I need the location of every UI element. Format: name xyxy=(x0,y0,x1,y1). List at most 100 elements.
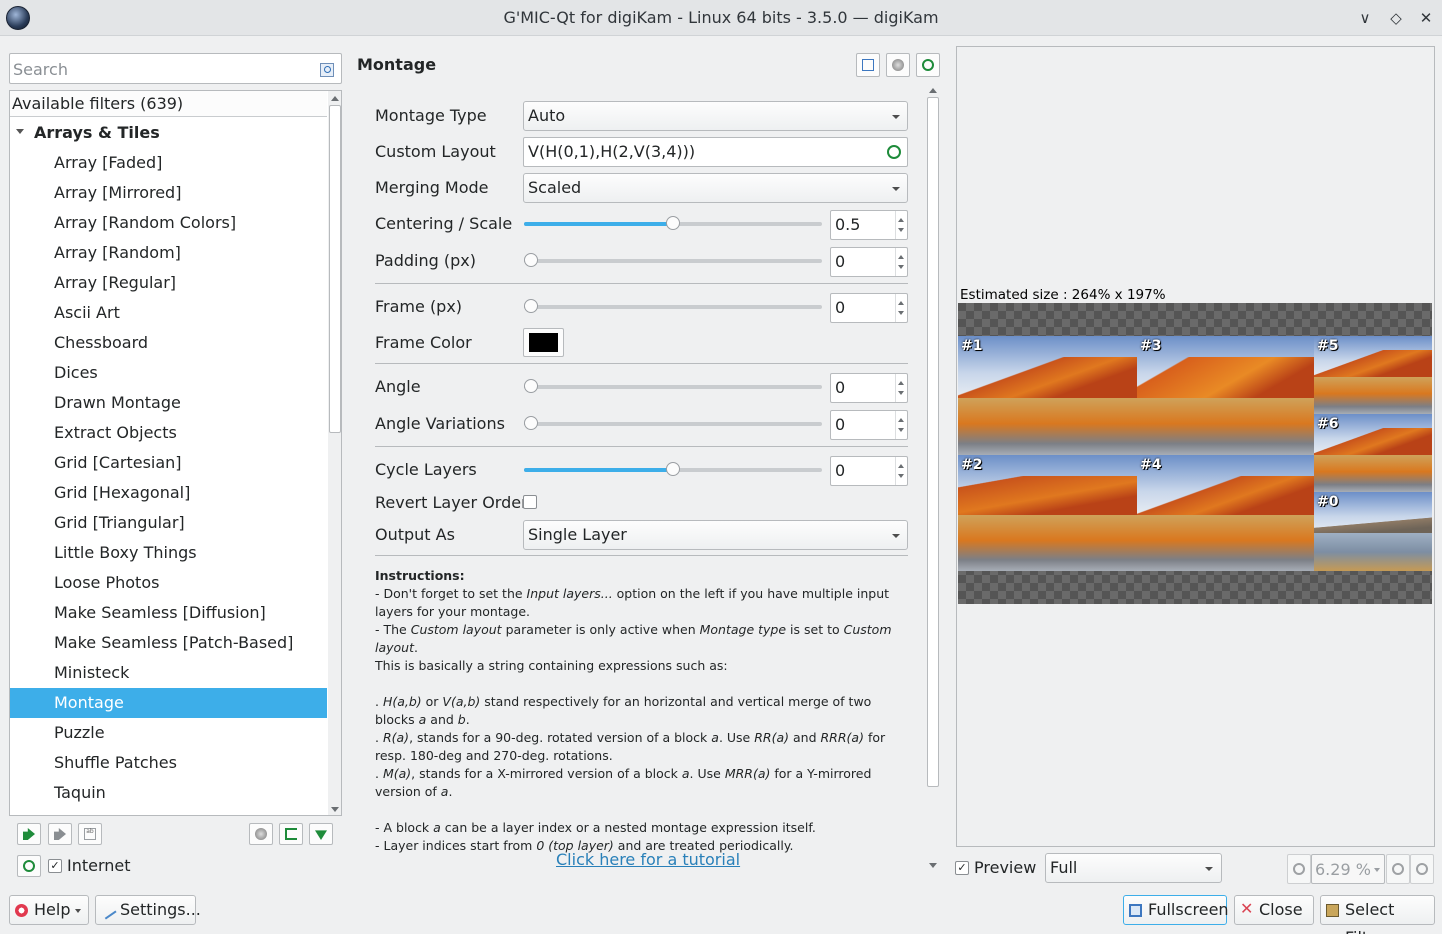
reset-parameters-button[interactable] xyxy=(916,53,940,77)
spin-up-icon[interactable] xyxy=(898,464,904,468)
fullscreen-button[interactable]: Fullscreen xyxy=(1123,895,1229,925)
expand-arrow-icon[interactable] xyxy=(16,129,24,134)
preview-checkbox[interactable]: ✓ xyxy=(955,861,969,875)
filter-item[interactable]: Montage xyxy=(10,688,327,718)
search-input[interactable]: Search xyxy=(9,53,342,84)
spin-down-icon[interactable] xyxy=(898,474,904,478)
filter-item[interactable]: Chessboard xyxy=(10,328,327,358)
scroll-down-icon[interactable] xyxy=(331,807,339,812)
frame-color-button[interactable] xyxy=(523,328,564,357)
filter-item[interactable]: Grid [Cartesian] xyxy=(10,448,327,478)
scroll-down-icon[interactable] xyxy=(929,863,937,868)
filter-item[interactable]: Loose Photos xyxy=(10,568,327,598)
angle-variations-spinbox[interactable]: 0 xyxy=(830,410,908,440)
zoom-combo[interactable]: 6.29 % xyxy=(1311,854,1385,884)
scrollbar-thumb[interactable] xyxy=(329,105,341,433)
scrollbar-thumb[interactable] xyxy=(927,97,939,787)
filter-item[interactable]: Make Seamless [Diffusion] xyxy=(10,598,327,628)
frame-slider[interactable] xyxy=(524,299,822,313)
tutorial-link[interactable]: Click here for a tutorial xyxy=(556,850,740,869)
collapse-all-button[interactable] xyxy=(309,823,333,845)
spin-down-icon[interactable] xyxy=(898,311,904,315)
merging-mode-select[interactable]: Scaled xyxy=(523,173,908,203)
filter-item[interactable]: Ascii Art xyxy=(10,298,327,328)
padding-slider[interactable] xyxy=(524,253,822,267)
filter-item[interactable]: Shuffle Patches xyxy=(10,748,327,778)
filter-item[interactable]: Drawn Montage xyxy=(10,388,327,418)
toggle-visibility-button[interactable] xyxy=(249,823,273,845)
settings-button[interactable]: Settings... xyxy=(95,895,201,925)
scroll-up-icon[interactable] xyxy=(929,88,937,93)
add-favorite-button[interactable] xyxy=(17,823,41,845)
zoom-in-button[interactable] xyxy=(1386,854,1410,884)
close-window-icon[interactable]: ✕ xyxy=(1417,9,1435,27)
filter-item[interactable]: Grid [Hexagonal] xyxy=(10,478,327,508)
slider-handle[interactable] xyxy=(666,216,680,230)
separator xyxy=(375,363,908,364)
refresh-icon[interactable] xyxy=(887,145,901,159)
refresh-filters-button[interactable] xyxy=(17,855,41,877)
filter-item[interactable]: Array [Random Colors] xyxy=(10,208,327,238)
filter-item[interactable]: Puzzle xyxy=(10,718,327,748)
scroll-up-icon[interactable] xyxy=(331,96,339,101)
help-button[interactable]: Help xyxy=(9,895,89,925)
filter-item[interactable]: Array [Regular] xyxy=(10,268,327,298)
spin-up-icon[interactable] xyxy=(898,381,904,385)
preview-mode-select[interactable]: Full xyxy=(1045,853,1222,883)
slider-handle[interactable] xyxy=(524,416,538,430)
filter-item[interactable]: Make Seamless [Patch-Based] xyxy=(10,628,327,658)
filter-item[interactable]: Extract Objects xyxy=(10,418,327,448)
filter-item[interactable]: Array [Faded] xyxy=(10,148,327,178)
randomize-button[interactable] xyxy=(886,53,910,77)
spin-up-icon[interactable] xyxy=(898,218,904,222)
remove-favorite-button[interactable] xyxy=(48,823,72,845)
close-button[interactable]: ✕ Close xyxy=(1234,895,1314,925)
padding-spinbox[interactable]: 0 xyxy=(830,247,908,277)
slider-handle[interactable] xyxy=(524,379,538,393)
rename-favorite-button[interactable]: ab xyxy=(78,823,102,845)
filter-item[interactable]: Ministeck xyxy=(10,658,327,688)
filter-item[interactable]: Little Boxy Things xyxy=(10,538,327,568)
angle-slider[interactable] xyxy=(524,379,822,393)
filter-item[interactable]: Array [Random] xyxy=(10,238,327,268)
spin-down-icon[interactable] xyxy=(898,391,904,395)
category-arrays-tiles[interactable]: Arrays & Tiles xyxy=(10,118,327,148)
frame-spinbox[interactable]: 0 xyxy=(830,293,908,323)
maximize-diamond-icon[interactable]: ◇ xyxy=(1387,9,1405,27)
select-filter-button[interactable]: Select Filter xyxy=(1320,895,1435,934)
montage-type-select[interactable]: Auto xyxy=(523,101,908,131)
filter-tree-scrollbar[interactable] xyxy=(328,91,341,815)
minimize-chevron-icon[interactable]: ∨ xyxy=(1356,9,1374,27)
cycle-layers-spinbox[interactable]: 0 xyxy=(830,456,908,486)
filter-item[interactable]: Array [Mirrored] xyxy=(10,178,327,208)
zoom-reset-button[interactable] xyxy=(1410,854,1434,884)
internet-checkbox[interactable]: ✓ xyxy=(48,859,62,873)
output-as-select[interactable]: Single Layer xyxy=(523,520,908,550)
spin-down-icon[interactable] xyxy=(898,228,904,232)
angle-variations-slider[interactable] xyxy=(524,416,822,430)
spin-up-icon[interactable] xyxy=(898,418,904,422)
spin-down-icon[interactable] xyxy=(898,428,904,432)
copy-command-button[interactable] xyxy=(856,53,880,77)
revert-layer-order-checkbox[interactable] xyxy=(523,495,537,509)
angle-spinbox[interactable]: 0 xyxy=(830,373,908,403)
spin-down-icon[interactable] xyxy=(898,265,904,269)
filter-item[interactable]: Dices xyxy=(10,358,327,388)
slider-handle[interactable] xyxy=(524,253,538,267)
centering-scale-spinbox[interactable]: 0.5 xyxy=(830,210,908,240)
search-icon[interactable] xyxy=(320,63,334,77)
preview-image[interactable]: #1 #3 #5 #6 #2 #4 #0 xyxy=(958,303,1432,604)
slider-handle[interactable] xyxy=(524,299,538,313)
filter-item[interactable]: Taquin xyxy=(10,778,327,808)
filter-tree[interactable]: Available filters (639) Arrays & Tiles A… xyxy=(9,90,342,816)
parameters-scrollbar[interactable] xyxy=(926,83,940,871)
slider-handle[interactable] xyxy=(666,462,680,476)
centering-scale-slider[interactable] xyxy=(524,216,822,230)
spin-up-icon[interactable] xyxy=(898,255,904,259)
spin-up-icon[interactable] xyxy=(898,301,904,305)
custom-layout-input[interactable]: V(H(0,1),H(2,V(3,4))) xyxy=(523,137,908,167)
filter-item[interactable]: Grid [Triangular] xyxy=(10,508,327,538)
zoom-out-button[interactable] xyxy=(1287,854,1311,884)
expand-all-button[interactable] xyxy=(279,823,303,845)
cycle-layers-slider[interactable] xyxy=(524,462,822,476)
